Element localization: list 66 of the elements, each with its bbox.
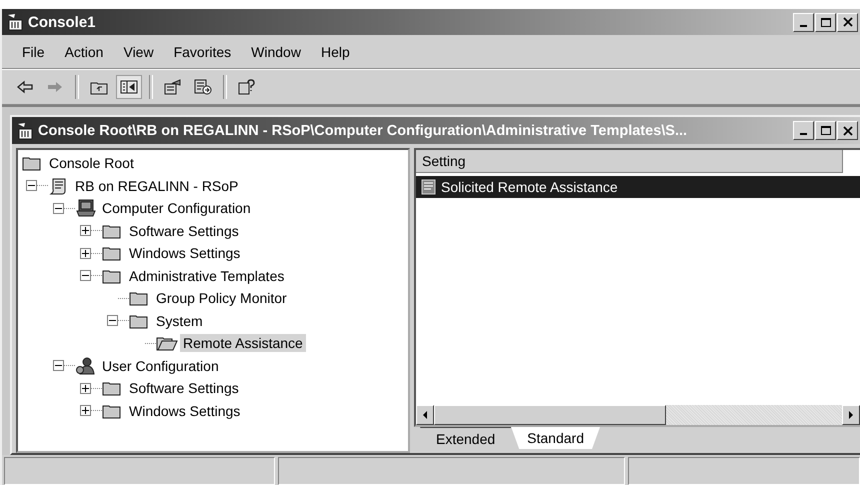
plus-icon [82,250,89,257]
tree-item[interactable]: Software Settings [126,379,242,398]
menu-item[interactable]: File [14,40,53,62]
tree-item[interactable]: Software Settings [126,222,242,240]
close-button[interactable] [837,12,858,32]
maximize-button[interactable] [815,121,836,140]
policy-icon [420,179,438,195]
minimize-button[interactable] [793,12,814,32]
help-icon [238,79,256,95]
plus-icon [82,227,89,234]
tree-item[interactable]: RB on REGALINN - RSoP [72,176,242,195]
tree-item[interactable]: Console Root [46,154,137,172]
panel-toggle-icon [120,79,138,95]
collapse-toggle[interactable] [107,315,118,326]
tree-item[interactable]: User Configuration [99,356,222,375]
collapse-toggle[interactable] [80,270,91,282]
toolbar-button[interactable] [116,75,142,99]
list-row[interactable]: Solicited Remote Assistance [416,176,860,198]
tree-item[interactable]: System [153,312,206,330]
maximize-icon [820,16,832,28]
menu-item[interactable]: Help [312,40,358,62]
close-icon [842,126,852,136]
tree-item[interactable]: Remote Assistance [180,334,306,352]
plus-icon [82,407,89,414]
toolbox-icon [16,122,34,140]
toolbox-icon [6,13,24,31]
close-icon [842,17,852,27]
tree-item[interactable]: Computer Configuration [99,199,254,218]
forward-arrow-icon [46,79,64,95]
expand-toggle[interactable] [80,225,91,236]
column-header[interactable]: Setting [416,150,843,173]
menu-item[interactable]: Favorites [166,40,240,62]
scroll-left-button[interactable] [416,405,434,425]
child-window-title: Console Root\RB on REGALINN - RSoP\Computer Configuration\Administrative Templates\S... [38,122,688,138]
horizontal-scrollbar[interactable] [416,405,860,425]
collapse-toggle[interactable] [53,360,64,372]
computer-icon [75,199,97,218]
maximize-button[interactable] [815,12,836,32]
tree-item[interactable]: Group Policy Monitor [153,289,290,308]
plus-icon [82,384,89,392]
left-arrow-icon [422,411,428,419]
menu-item[interactable]: View [115,40,162,62]
expand-toggle[interactable] [80,382,91,394]
window-title: Console1 [28,14,97,30]
expand-toggle[interactable] [80,248,91,259]
minimize-icon [800,133,807,135]
menu-item[interactable]: Window [243,40,309,62]
tree-item[interactable]: Windows Settings [126,402,244,420]
collapse-toggle[interactable] [53,202,64,214]
expand-toggle[interactable] [80,405,91,416]
minimize-icon [800,24,807,26]
scrollbar-thumb[interactable] [434,405,666,425]
properties-icon [164,79,182,95]
scroll-right-button[interactable] [842,405,860,425]
user-icon [75,356,97,375]
tree-item[interactable]: Windows Settings [126,244,244,262]
back-arrow-icon [16,79,34,95]
menu-item[interactable]: Action [56,40,112,62]
collapse-toggle[interactable] [26,180,37,192]
minimize-button[interactable] [793,121,814,140]
list-export-icon [194,79,212,95]
maximize-icon [820,125,832,136]
tree-item[interactable]: Administrative Templates [126,266,288,285]
close-button[interactable] [837,121,858,140]
tab[interactable]: Standard [511,427,600,449]
right-arrow-icon [848,411,854,419]
